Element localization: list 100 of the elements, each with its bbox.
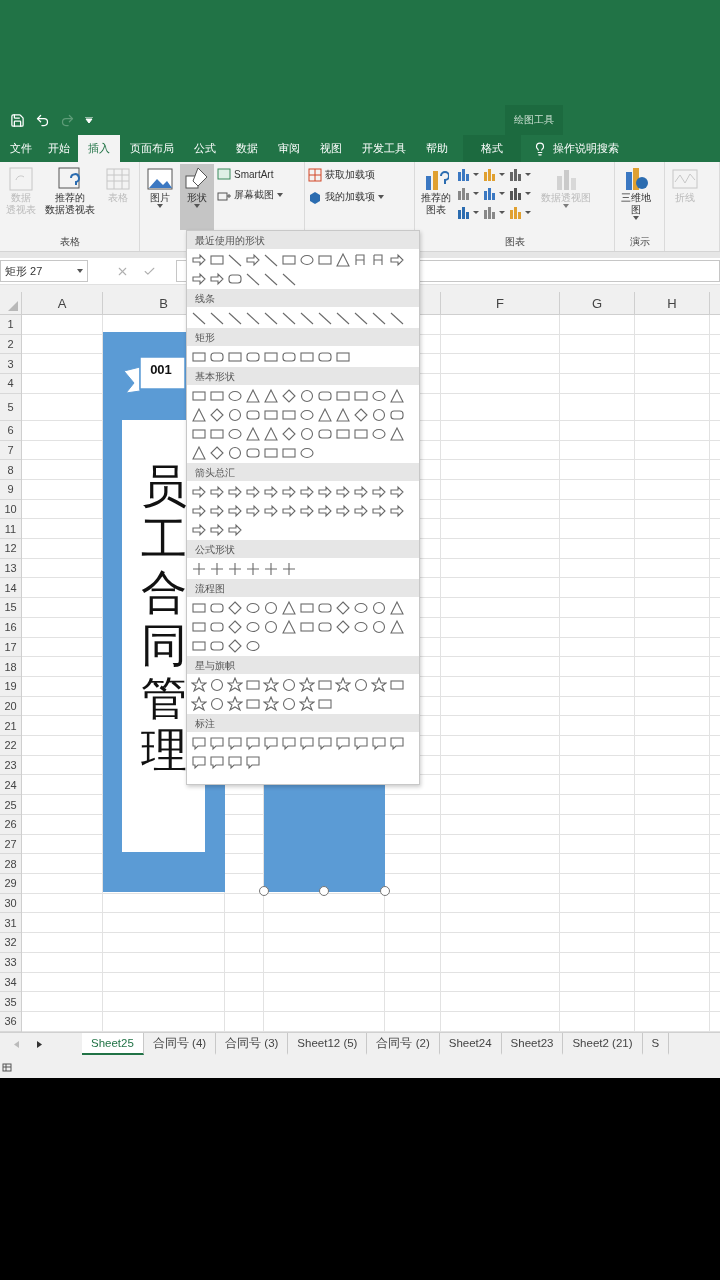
row-header[interactable]: 20 [0,696,21,717]
callout-shape-icon[interactable] [317,734,333,751]
shape-icon[interactable] [227,406,243,423]
chart-type-icon[interactable] [457,186,481,200]
row-header[interactable]: 1 [0,315,21,335]
shape-icon[interactable] [335,251,351,268]
row-header[interactable]: 12 [0,539,21,559]
callout-shape-icon[interactable] [227,753,243,770]
resize-handle[interactable] [380,886,390,896]
row-header[interactable]: 33 [0,952,21,973]
row-header[interactable]: 30 [0,893,21,914]
arrow-shape-icon[interactable] [353,483,369,500]
star-shape-icon[interactable] [209,695,225,712]
star-shape-icon[interactable] [353,676,369,693]
shape-icon[interactable] [227,444,243,461]
callout-shape-icon[interactable] [371,734,387,751]
arrow-shape-icon[interactable] [227,483,243,500]
shape-icon[interactable] [263,387,279,404]
callout-shape-icon[interactable] [191,734,207,751]
arrow-shape-icon[interactable] [299,483,315,500]
undo-icon[interactable] [35,112,50,128]
shape-icon[interactable] [191,270,207,287]
customize-icon[interactable] [85,117,93,123]
shape-icon[interactable] [245,251,261,268]
shape-icon[interactable] [209,270,225,287]
shape-icon[interactable] [353,406,369,423]
flowchart-shape-icon[interactable] [227,637,243,654]
shape-icon[interactable] [299,425,315,442]
column-header[interactable]: G [560,292,635,314]
flowchart-shape-icon[interactable] [389,618,405,635]
shape-icon[interactable] [191,444,207,461]
shape-icon[interactable] [245,387,261,404]
ribbon-tab[interactable]: 页面布局 [120,135,184,162]
flowchart-shape-icon[interactable] [335,599,351,616]
row-header[interactable]: 18 [0,657,21,677]
callout-shape-icon[interactable] [335,734,351,751]
star-shape-icon[interactable] [209,676,225,693]
row-header[interactable]: 36 [0,1011,21,1032]
chart-type-icon[interactable] [483,186,507,200]
star-shape-icon[interactable] [371,676,387,693]
arrow-shape-icon[interactable] [335,483,351,500]
callout-shape-icon[interactable] [245,734,261,751]
column-header[interactable]: H [635,292,710,314]
row-header[interactable]: 15 [0,598,21,618]
flowchart-shape-icon[interactable] [227,599,243,616]
arrow-shape-icon[interactable] [389,483,405,500]
star-shape-icon[interactable] [263,695,279,712]
row-header[interactable]: 35 [0,992,21,1012]
arrow-shape-icon[interactable] [191,483,207,500]
name-box[interactable]: 矩形 27 [0,260,88,282]
flowchart-shape-icon[interactable] [263,599,279,616]
row-header[interactable]: 29 [0,874,21,894]
arrow-shape-icon[interactable] [371,502,387,519]
row-header[interactable]: 10 [0,499,21,520]
row-header[interactable]: 26 [0,814,21,835]
arrow-shape-icon[interactable] [389,502,405,519]
column-header[interactable]: A [22,292,103,314]
sheet-tab[interactable]: Sheet25 [82,1033,144,1055]
arrow-shape-icon[interactable] [371,483,387,500]
arrow-shape-icon[interactable] [191,502,207,519]
arrow-shape-icon[interactable] [335,502,351,519]
shape-icon[interactable] [191,251,207,268]
row-header[interactable]: 2 [0,334,21,355]
row-header[interactable]: 11 [0,519,21,540]
callout-shape-icon[interactable] [389,734,405,751]
row-header[interactable]: 21 [0,716,21,737]
ribbon-button[interactable]: 形状 [180,164,214,230]
arrow-shape-icon[interactable] [299,502,315,519]
arrow-shape-icon[interactable] [263,502,279,519]
arrow-shape-icon[interactable] [209,483,225,500]
callout-shape-icon[interactable] [245,753,261,770]
ribbon-button[interactable]: 屏幕截图 [217,188,283,202]
ribbon-tab[interactable]: 数据 [226,135,268,162]
shape-icon[interactable] [317,406,333,423]
arrow-shape-icon[interactable] [317,502,333,519]
ribbon-tab[interactable]: 视图 [310,135,352,162]
row-header[interactable]: 28 [0,854,21,874]
shape-icon[interactable] [209,444,225,461]
chart-type-icon[interactable] [457,205,481,219]
row-header[interactable]: 6 [0,420,21,441]
ribbon-tab[interactable]: 帮助 [416,135,458,162]
shape-icon[interactable] [209,406,225,423]
star-shape-icon[interactable] [191,676,207,693]
star-shape-icon[interactable] [335,676,351,693]
callout-shape-icon[interactable] [227,734,243,751]
arrow-shape-icon[interactable] [281,502,297,519]
row-header[interactable]: 22 [0,736,21,756]
flowchart-shape-icon[interactable] [281,599,297,616]
chart-type-icon[interactable] [483,205,507,219]
ribbon-tab[interactable]: 插入 [78,135,120,162]
row-header[interactable]: 3 [0,354,21,375]
chart-type-icon[interactable] [509,167,533,181]
ribbon-tab[interactable]: 开始 [40,135,78,162]
callout-shape-icon[interactable] [209,734,225,751]
flowchart-shape-icon[interactable] [263,618,279,635]
ribbon-button[interactable]: 三维地 图 [618,164,654,230]
row-header[interactable]: 19 [0,676,21,697]
star-shape-icon[interactable] [299,695,315,712]
callout-shape-icon[interactable] [281,734,297,751]
arrow-shape-icon[interactable] [209,521,225,538]
